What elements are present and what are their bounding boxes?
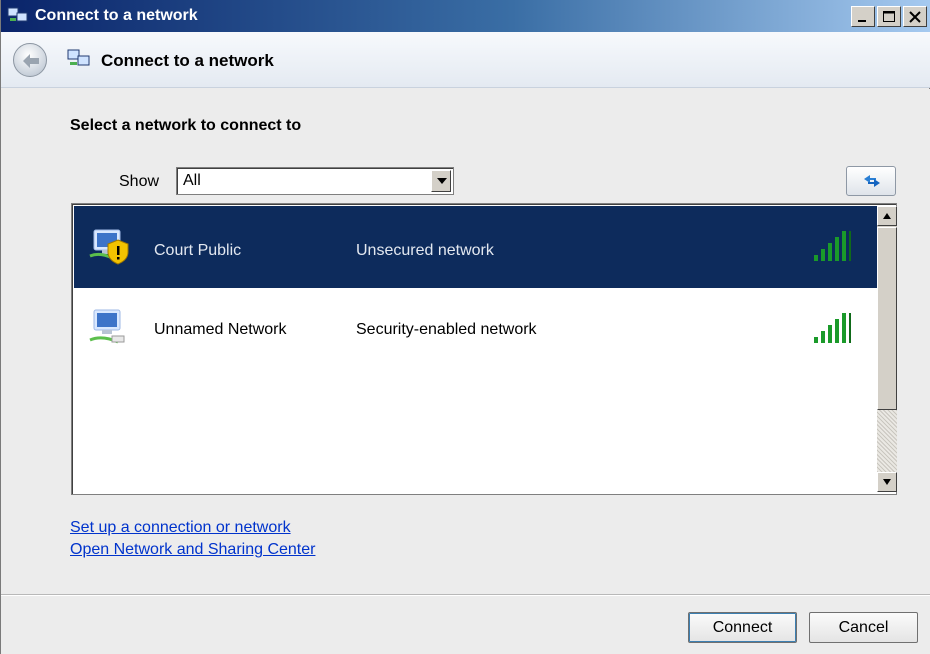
chevron-up-icon (883, 213, 891, 219)
close-button[interactable] (903, 6, 927, 27)
scroll-up-button[interactable] (877, 206, 897, 226)
scroll-thumb[interactable] (877, 227, 897, 410)
dropdown-arrow-button[interactable] (431, 170, 451, 192)
network-list-item[interactable]: Court Public Unsecured network (74, 206, 877, 288)
back-button[interactable] (13, 43, 47, 77)
cancel-button[interactable]: Cancel (809, 612, 918, 643)
main-content: Select a network to connect to Show All (1, 89, 930, 594)
page-title: Connect to a network (101, 51, 274, 70)
show-label: Show (119, 173, 160, 190)
network-name: Court Public (154, 242, 242, 259)
window-controls (851, 6, 927, 27)
maximize-button[interactable] (877, 6, 901, 27)
chevron-down-icon (883, 479, 891, 485)
network-sharing-center-link[interactable]: Open Network and Sharing Center (70, 541, 315, 559)
show-filter-dropdown[interactable]: All (176, 167, 454, 195)
maximize-icon (883, 11, 895, 22)
network-name: Unnamed Network (154, 321, 287, 338)
network-list-item[interactable]: Unnamed Network Security-enabled network (74, 288, 877, 370)
network-security: Unsecured network (356, 242, 494, 259)
scroll-down-button[interactable] (877, 472, 897, 492)
close-icon (909, 11, 921, 23)
chevron-down-icon (437, 178, 447, 184)
back-arrow-icon (23, 54, 39, 68)
network-security: Security-enabled network (356, 321, 537, 338)
minimize-button[interactable] (851, 6, 875, 27)
minimize-icon (858, 20, 866, 22)
setup-connection-link[interactable]: Set up a connection or network (70, 519, 291, 537)
show-filter-value: All (183, 172, 201, 189)
signal-strength-icon (812, 310, 856, 351)
network-list[interactable]: Court Public Unsecured network Unnamed N… (71, 203, 897, 495)
network-icon (67, 48, 91, 75)
title-bar[interactable]: Connect to a network (1, 0, 930, 32)
network-computer-icon (88, 308, 132, 355)
refresh-icon (864, 175, 880, 187)
refresh-button[interactable] (846, 166, 896, 196)
navigation-bar: Connect to a network (1, 32, 930, 88)
connect-button[interactable]: Connect (688, 612, 797, 643)
button-bar: Connect Cancel (1, 594, 930, 654)
divider (1, 595, 930, 596)
section-heading: Select a network to connect to (70, 117, 302, 134)
window-title: Connect to a network (35, 7, 198, 24)
unsecured-network-icon (88, 226, 132, 273)
network-icon (7, 6, 29, 26)
signal-strength-icon (812, 228, 856, 269)
connect-to-network-window: Connect to a network Connect to a networ… (0, 0, 930, 654)
network-list-scrollbar[interactable] (877, 206, 897, 492)
scroll-track[interactable] (877, 410, 897, 472)
